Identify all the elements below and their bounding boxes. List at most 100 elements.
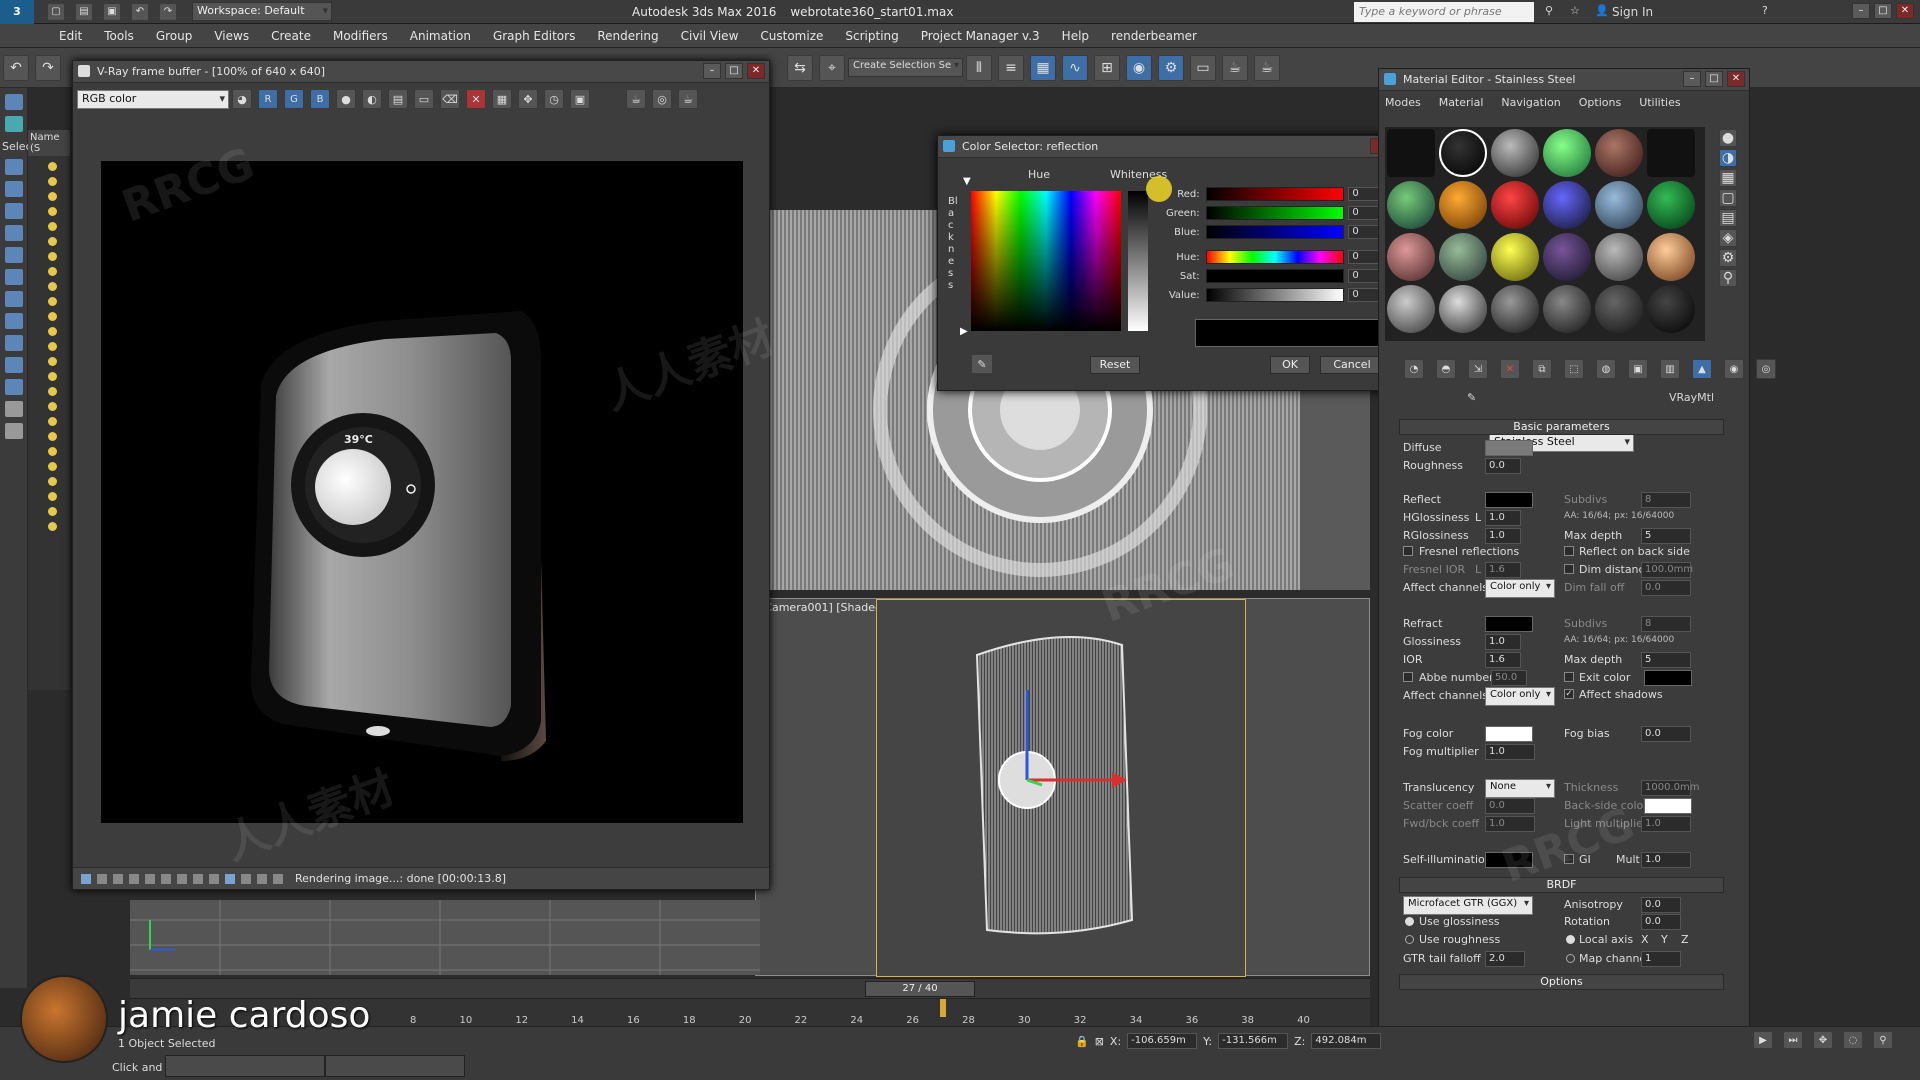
binoculars-icon[interactable]: ⚲ — [1545, 4, 1553, 17]
brdf-header[interactable]: BRDF — [1399, 877, 1724, 893]
load-image-icon[interactable]: ▭ — [414, 89, 434, 109]
taskbar-item-1[interactable] — [165, 1055, 325, 1077]
sample-slot[interactable] — [1439, 285, 1487, 333]
filter-icon-11[interactable] — [5, 379, 23, 395]
menu-animation[interactable]: Animation — [399, 24, 482, 48]
sample-slot[interactable] — [1387, 129, 1435, 177]
reset-map-icon[interactable]: ✕ — [1500, 359, 1520, 379]
new-file-icon[interactable]: ▢ — [47, 2, 65, 21]
sample-slot[interactable] — [1387, 181, 1435, 229]
hue-slider[interactable] — [1205, 250, 1345, 264]
sample-slot-active[interactable] — [1439, 129, 1487, 177]
axis-y-radio[interactable]: Y — [1661, 933, 1668, 946]
light-bulb-icon[interactable] — [48, 387, 57, 396]
app-logo[interactable]: 3 — [0, 0, 34, 24]
lens-effects-icon[interactable]: ▣ — [570, 89, 590, 109]
history-icon[interactable]: ◷ — [544, 89, 564, 109]
fwd-bck-coeff-field[interactable]: 1.0 — [1485, 816, 1535, 832]
ior-field[interactable]: 1.6 — [1485, 652, 1521, 668]
filter-icon-3[interactable] — [5, 203, 23, 219]
mult-field[interactable]: 1.0 — [1641, 852, 1691, 868]
light-bulb-icon[interactable] — [48, 222, 57, 231]
color-selector-title-bar[interactable]: Color Selector: reflection ✕ — [938, 136, 1402, 158]
sign-in-link[interactable]: Sign In — [1612, 5, 1653, 19]
menu-civil-view[interactable]: Civil View — [670, 24, 750, 48]
status-icon[interactable] — [129, 873, 139, 884]
filter-icon-1[interactable] — [5, 159, 23, 175]
material-id-icon[interactable]: ◍ — [1596, 359, 1616, 379]
camera-viewport[interactable]: [Camera001] [Shaded + Edged Faces] — [755, 598, 1370, 977]
light-bulb-icon[interactable] — [48, 297, 57, 306]
menu-group[interactable]: Group — [145, 24, 204, 48]
status-icon[interactable] — [209, 873, 219, 884]
light-bulb-icon[interactable] — [48, 177, 57, 186]
redo-icon[interactable]: ↷ — [159, 2, 177, 21]
fog-multiplier-field[interactable]: 1.0 — [1485, 744, 1535, 760]
hglossiness-field[interactable]: 1.0 — [1485, 510, 1521, 526]
material-editor-title-bar[interactable]: Material Editor - Stainless Steel – □ ✕ — [1379, 69, 1749, 91]
material-editor-window[interactable]: Material Editor - Stainless Steel – □ ✕ … — [1378, 68, 1776, 1080]
blue-slider-row[interactable]: Blue: 0 — [1164, 224, 1385, 240]
filter-icon-12[interactable] — [5, 401, 23, 417]
cancel-button[interactable]: Cancel — [1320, 356, 1384, 374]
use-roughness-radio[interactable] — [1405, 935, 1414, 944]
material-editor-icon[interactable]: ◉ — [1126, 54, 1152, 81]
maximize-button[interactable]: □ — [1874, 3, 1892, 19]
light-bulb-icon[interactable] — [48, 357, 57, 366]
light-bulb-icon[interactable] — [48, 477, 57, 486]
sample-slot[interactable] — [1595, 233, 1643, 281]
light-bulb-icon[interactable] — [48, 207, 57, 216]
menu-graph-editors[interactable]: Graph Editors — [482, 24, 586, 48]
hue-slider-row[interactable]: Hue: 0 — [1164, 249, 1385, 265]
sample-slot[interactable] — [1439, 181, 1487, 229]
filter-icon-4[interactable] — [5, 225, 23, 241]
vfb-minimize-button[interactable]: – — [703, 63, 721, 79]
filter-icon-10[interactable] — [5, 357, 23, 373]
play-icon[interactable]: ▶ — [1753, 1031, 1773, 1049]
zoom-icon[interactable]: ⚲ — [1873, 1031, 1893, 1049]
align-icon[interactable]: ⫴ — [966, 54, 992, 81]
user-icon[interactable]: 👤 — [1595, 4, 1609, 17]
blue-slider[interactable] — [1205, 225, 1345, 239]
background-icon[interactable]: ▦ — [1719, 169, 1737, 187]
options-header[interactable]: Options — [1399, 974, 1724, 990]
sample-slot[interactable] — [1647, 181, 1695, 229]
absolute-mode-icon[interactable]: ⊠ — [1095, 1035, 1104, 1048]
filter-icon-13[interactable] — [5, 423, 23, 439]
light-bulb-icon[interactable] — [48, 447, 57, 456]
light-bulb-icon[interactable] — [48, 342, 57, 351]
dim-distance-checkbox[interactable] — [1564, 564, 1574, 574]
me-menu-modes[interactable]: Modes — [1385, 96, 1421, 109]
status-icon[interactable] — [273, 873, 283, 884]
light-bulb-icon[interactable] — [48, 237, 57, 246]
follow-mouse-icon[interactable]: ✥ — [518, 89, 538, 109]
map-channel-field[interactable]: 1 — [1641, 951, 1681, 967]
redo-icon[interactable]: ↷ — [35, 54, 61, 81]
save-image-icon[interactable]: ▤ — [388, 89, 408, 109]
axis-x-radio[interactable]: X — [1641, 933, 1649, 946]
local-axis-radio[interactable] — [1566, 935, 1575, 944]
schematic-view-icon[interactable]: ⊞ — [1094, 54, 1120, 81]
snap-icon[interactable]: ⌖ — [819, 54, 845, 81]
uv-tiling-icon[interactable]: ▢ — [1719, 189, 1737, 207]
sample-slot[interactable] — [1595, 129, 1643, 177]
fresnel-checkbox[interactable] — [1403, 546, 1413, 556]
status-icon[interactable] — [177, 873, 187, 884]
interactive-render-icon[interactable]: ◎ — [652, 89, 672, 109]
me-maximize-button[interactable]: □ — [1705, 71, 1723, 87]
go-to-parent-icon[interactable]: ▲ — [1692, 359, 1712, 379]
me-menu-options[interactable]: Options — [1579, 96, 1621, 109]
anisotropy-field[interactable]: 0.0 — [1641, 897, 1681, 913]
hue-blackness-field[interactable] — [971, 191, 1121, 331]
status-icon[interactable] — [161, 873, 171, 884]
render-teapot-icon[interactable]: ☕ — [1222, 54, 1248, 81]
put-to-library-icon[interactable]: ⬚ — [1564, 359, 1584, 379]
sat-slider[interactable] — [1205, 269, 1345, 283]
minimize-button[interactable]: – — [1852, 3, 1870, 19]
light-bulb-icon[interactable] — [48, 192, 57, 201]
scatter-coeff-field[interactable]: 0.0 — [1485, 798, 1535, 814]
me-menu-navigation[interactable]: Navigation — [1501, 96, 1560, 109]
region-render-icon[interactable]: ▦ — [492, 89, 512, 109]
refract-color-swatch[interactable] — [1485, 616, 1533, 632]
sample-slot[interactable] — [1595, 285, 1643, 333]
